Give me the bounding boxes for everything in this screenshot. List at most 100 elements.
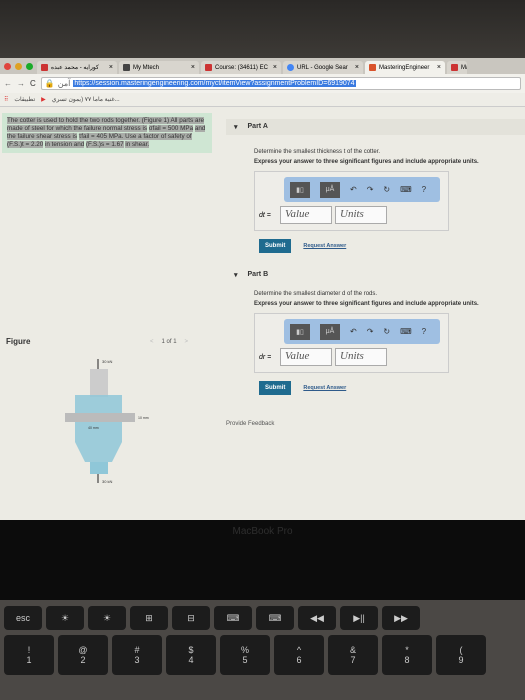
keyboard-icon[interactable]: ⌨ (400, 185, 412, 194)
next-figure-button[interactable]: > (185, 339, 189, 345)
value-input[interactable]: Value (280, 348, 332, 366)
problem-statement: The cotter is used to hold the two rods … (2, 113, 212, 153)
reload-icon[interactable]: C (30, 79, 36, 88)
key-label: 7 (350, 655, 356, 665)
upper-rod (90, 369, 108, 397)
key-label: 5 (242, 655, 248, 665)
key-label: 1 (26, 655, 32, 665)
close-tab-icon[interactable]: × (437, 64, 441, 71)
function-key[interactable]: ⊟ (172, 606, 210, 630)
units-input[interactable]: Units (335, 348, 387, 366)
number-key[interactable]: & 7 (328, 635, 378, 675)
units-button[interactable]: μÅ (320, 323, 340, 340)
prev-figure-button[interactable]: < (150, 339, 154, 345)
lock-icon: 🔒 (44, 79, 55, 88)
number-key[interactable]: @2 (58, 635, 108, 675)
variable-label: dr = (259, 354, 272, 361)
math-toolbar: ▮▯ μÅ ↶ ↷ ↻ ⌨ ? (284, 319, 440, 344)
function-key[interactable]: ◀◀ (298, 606, 336, 630)
number-key[interactable]: ! 1 (4, 635, 54, 675)
apps-grid-icon[interactable]: ⠿ (4, 96, 8, 103)
number-key[interactable]: #3 (112, 635, 162, 675)
course-icon (205, 64, 212, 71)
submit-button[interactable]: Submit (259, 239, 292, 253)
function-key[interactable]: ⌨ (256, 606, 294, 630)
help-icon[interactable]: ? (422, 327, 426, 336)
cotter-pin (65, 413, 135, 422)
browser-tab[interactable]: Course: (34611) EC × (201, 61, 281, 74)
browser-tab-active[interactable]: MasteringEngineer × (365, 61, 445, 74)
reset-icon[interactable]: ↻ (383, 327, 390, 336)
redo-icon[interactable]: ↷ (367, 327, 374, 336)
function-key[interactable]: ▶▶ (382, 606, 420, 630)
keyboard-icon[interactable]: ⌨ (400, 327, 412, 336)
provide-feedback-link[interactable]: Provide Feedback (226, 421, 525, 427)
lower-rod (90, 462, 108, 474)
number-key[interactable]: (9 (436, 635, 486, 675)
failure-normal-stress: σfail = 500 MPa (148, 125, 194, 132)
key-label: 3 (134, 655, 140, 665)
tab-label: Course: (34611) EC (215, 64, 268, 71)
request-answer-link[interactable]: Request Answer (303, 243, 346, 249)
forward-icon[interactable]: → (17, 79, 25, 88)
figure-title: Figure (6, 337, 31, 346)
secure-label: آمن (57, 79, 71, 88)
part-a-header[interactable]: ▾ Part A (226, 119, 525, 135)
url-text[interactable]: https://session.masteringengineering.com… (73, 80, 356, 87)
function-key[interactable]: ⌨ (214, 606, 252, 630)
function-key[interactable]: ☀ (46, 606, 84, 630)
redo-icon[interactable]: ↷ (367, 185, 374, 194)
undo-icon[interactable]: ↶ (350, 185, 357, 194)
minimize-window-button[interactable] (15, 63, 22, 70)
number-key[interactable]: $4 (166, 635, 216, 675)
browser-tab[interactable]: My Mtech × (119, 61, 199, 74)
url-input[interactable]: 🔒 آمن https://session.masteringengineeri… (40, 77, 521, 90)
number-key[interactable]: * 8 (382, 635, 432, 675)
back-icon[interactable]: ← (4, 79, 12, 88)
key-label: 9 (458, 655, 464, 665)
math-toolbar: ▮▯ μÅ ↶ ↷ ↻ ⌨ ? (284, 177, 440, 202)
undo-icon[interactable]: ↶ (350, 327, 357, 336)
safety-factor-shear: (F.S.)s = 1.67 (85, 141, 124, 148)
browser-tab[interactable]: كورايه - محمد عبده × (37, 61, 117, 74)
close-tab-icon[interactable]: × (273, 64, 277, 71)
collapse-icon[interactable]: ▾ (234, 271, 238, 279)
safety-factor-tension: (F.S.)t = 2.20 (7, 141, 44, 148)
number-key[interactable]: ^ 6 (274, 635, 324, 675)
close-tab-icon[interactable]: × (191, 64, 195, 71)
part-b-title: Part B (247, 271, 269, 278)
function-key[interactable]: ⊞ (130, 606, 168, 630)
template-icon[interactable]: ▮▯ (290, 323, 310, 340)
submit-button[interactable]: Submit (259, 381, 292, 395)
bookmark-apps[interactable]: تطبيقات (14, 96, 35, 103)
key-label: # (134, 645, 140, 655)
mastering-icon (451, 64, 458, 71)
request-answer-link[interactable]: Request Answer (303, 385, 346, 391)
help-icon[interactable]: ? (422, 185, 426, 194)
bookmark-item[interactable]: غنية ماما ٧٧ (يمون تسري... (52, 96, 120, 103)
maximize-window-button[interactable] (26, 63, 33, 70)
browser-tab[interactable]: Ma (447, 61, 467, 74)
key-label: ! (27, 645, 31, 655)
problem-text: in tension and (44, 141, 85, 148)
mastering-icon (369, 64, 376, 71)
cotter-figure: 30 kN 10 mm 40 mm 30 kN (65, 359, 149, 484)
collapse-icon[interactable]: ▾ (234, 123, 238, 131)
template-icon[interactable]: ▮▯ (290, 181, 310, 198)
number-key[interactable]: % 5 (220, 635, 270, 675)
part-b-header[interactable]: ▾ Part B (226, 267, 525, 283)
key-label: 2 (80, 655, 86, 665)
close-window-button[interactable] (4, 63, 11, 70)
function-key[interactable]: ▶|| (340, 606, 378, 630)
laptop-bezel-top (0, 0, 525, 58)
browser-tab[interactable]: URL - Google Sear × (283, 61, 363, 74)
close-tab-icon[interactable]: × (109, 64, 113, 71)
function-key[interactable]: ☀ (88, 606, 126, 630)
value-input[interactable]: Value (280, 206, 332, 224)
function-key[interactable]: esc (4, 606, 42, 630)
units-button[interactable]: μÅ (320, 181, 340, 198)
laptop-bezel-bottom: MacBook Pro (0, 520, 525, 600)
units-input[interactable]: Units (335, 206, 387, 224)
close-tab-icon[interactable]: × (355, 64, 359, 71)
reset-icon[interactable]: ↻ (383, 185, 390, 194)
